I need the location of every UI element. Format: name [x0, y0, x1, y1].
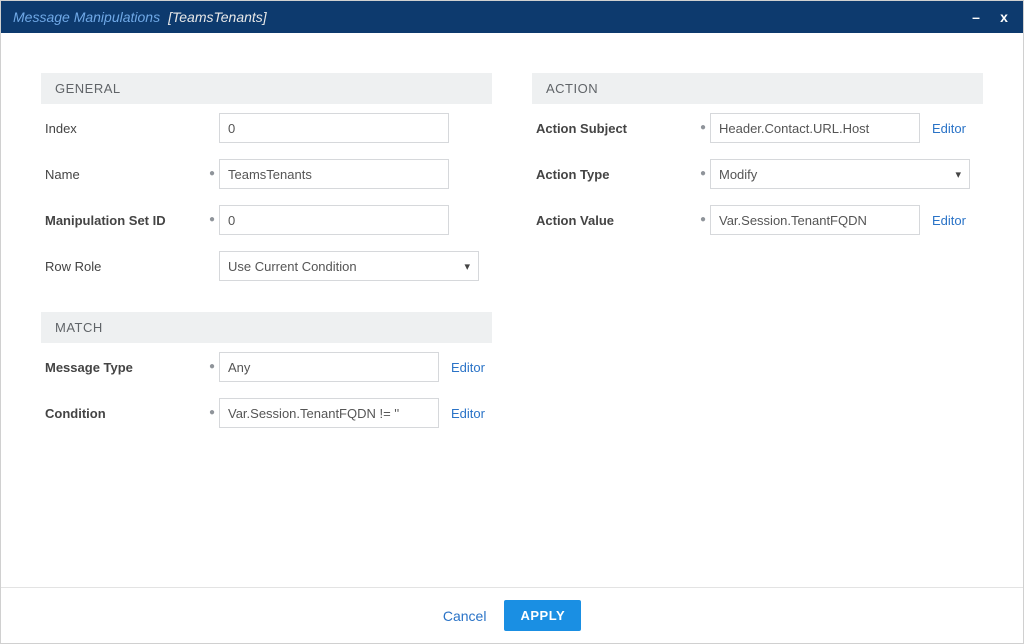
- action-value-editor-link[interactable]: Editor: [932, 213, 966, 228]
- action-type-label: Action Type: [536, 167, 696, 182]
- manip-set-id-input[interactable]: [219, 205, 449, 235]
- action-body: Action Subject Editor Action Type Modify: [532, 104, 983, 238]
- dialog-subtitle: [TeamsTenants]: [168, 9, 267, 25]
- dirty-indicator-icon: [205, 408, 219, 418]
- dirty-indicator-icon: [205, 169, 219, 179]
- action-subject-editor-link[interactable]: Editor: [932, 121, 966, 136]
- row-role-value: Use Current Condition: [228, 259, 357, 274]
- close-icon[interactable]: x: [997, 10, 1011, 24]
- titlebar-controls: – x: [969, 10, 1011, 24]
- general-heading: GENERAL: [41, 73, 492, 104]
- condition-input[interactable]: [219, 398, 439, 428]
- index-label: Index: [45, 121, 205, 136]
- action-value-row: Action Value Editor: [532, 202, 983, 238]
- dirty-indicator-icon: [696, 215, 710, 225]
- dirty-indicator-icon: [696, 169, 710, 179]
- match-body: Message Type Editor Condition Editor: [41, 343, 492, 431]
- content-area: GENERAL Index Name: [1, 33, 1023, 587]
- cancel-button[interactable]: Cancel: [443, 608, 487, 624]
- dirty-indicator-icon: [696, 123, 710, 133]
- manip-set-id-label: Manipulation Set ID: [45, 213, 205, 228]
- titlebar-left: Message Manipulations [TeamsTenants]: [13, 9, 267, 25]
- condition-label: Condition: [45, 406, 205, 421]
- message-type-row: Message Type Editor: [41, 349, 492, 385]
- condition-editor-link[interactable]: Editor: [451, 406, 485, 421]
- action-value-input[interactable]: [710, 205, 920, 235]
- match-section: MATCH Message Type Editor Condition: [41, 312, 492, 431]
- action-type-value: Modify: [719, 167, 757, 182]
- action-subject-row: Action Subject Editor: [532, 110, 983, 146]
- index-row: Index: [41, 110, 492, 146]
- row-role-label: Row Role: [45, 259, 205, 274]
- minimize-icon[interactable]: –: [969, 10, 983, 24]
- action-type-select[interactable]: Modify: [710, 159, 970, 189]
- message-type-input[interactable]: [219, 352, 439, 382]
- match-heading: MATCH: [41, 312, 492, 343]
- manip-set-id-row: Manipulation Set ID: [41, 202, 492, 238]
- action-type-row: Action Type Modify: [532, 156, 983, 192]
- footer: Cancel APPLY: [1, 587, 1023, 643]
- message-type-label: Message Type: [45, 360, 205, 375]
- action-subject-input[interactable]: [710, 113, 920, 143]
- dirty-indicator-icon: [205, 215, 219, 225]
- titlebar: Message Manipulations [TeamsTenants] – x: [1, 1, 1023, 33]
- message-type-editor-link[interactable]: Editor: [451, 360, 485, 375]
- dirty-indicator-icon: [205, 362, 219, 372]
- name-input[interactable]: [219, 159, 449, 189]
- name-row: Name: [41, 156, 492, 192]
- action-value-label: Action Value: [536, 213, 696, 228]
- general-section: GENERAL Index Name: [41, 73, 492, 284]
- right-column: ACTION Action Subject Editor Action Type: [532, 73, 983, 567]
- apply-button[interactable]: APPLY: [504, 600, 581, 631]
- row-role-select[interactable]: Use Current Condition: [219, 251, 479, 281]
- condition-row: Condition Editor: [41, 395, 492, 431]
- dialog-title: Message Manipulations: [13, 9, 160, 25]
- dialog-window: Message Manipulations [TeamsTenants] – x…: [0, 0, 1024, 644]
- row-role-row: Row Role Use Current Condition: [41, 248, 492, 284]
- action-heading: ACTION: [532, 73, 983, 104]
- name-label: Name: [45, 167, 205, 182]
- general-body: Index Name Manipulatio: [41, 104, 492, 284]
- action-section: ACTION Action Subject Editor Action Type: [532, 73, 983, 238]
- left-column: GENERAL Index Name: [41, 73, 492, 567]
- index-input[interactable]: [219, 113, 449, 143]
- action-subject-label: Action Subject: [536, 121, 696, 136]
